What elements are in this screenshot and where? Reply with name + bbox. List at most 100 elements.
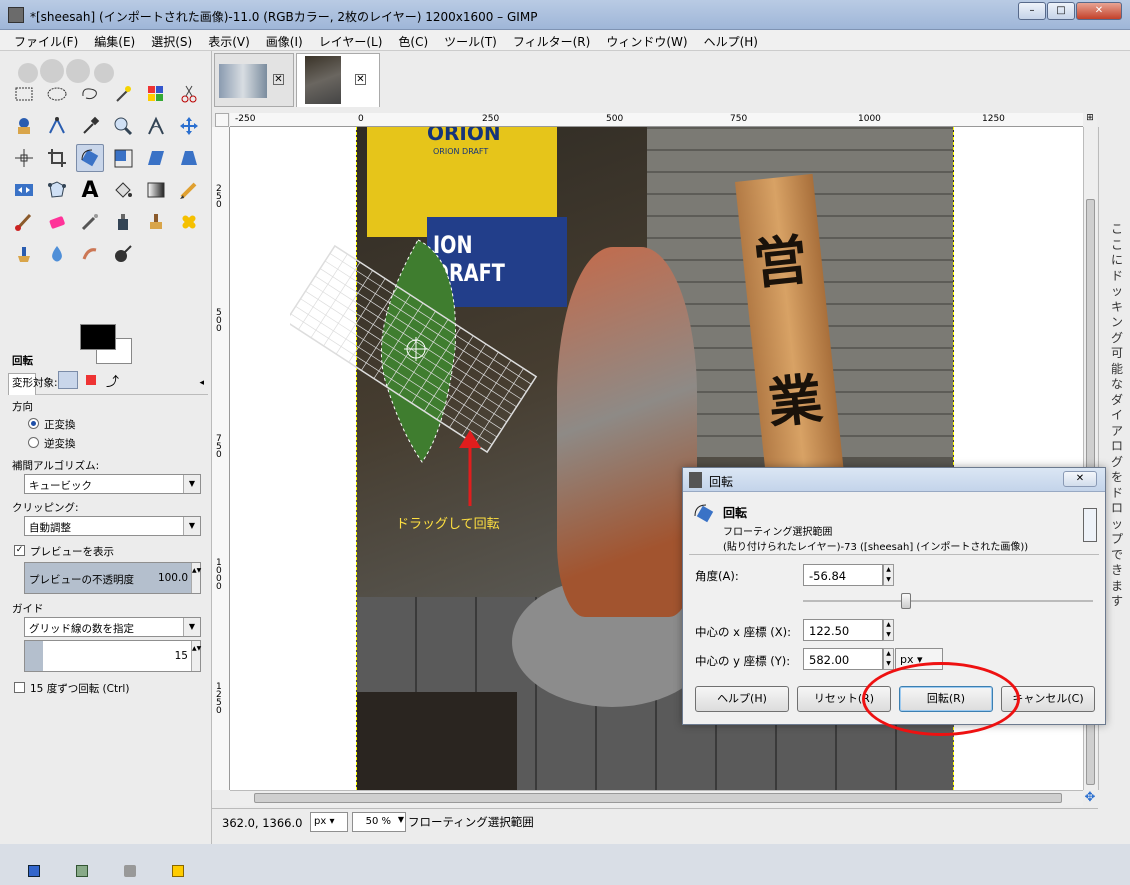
- menu-image[interactable]: 画像(I): [258, 30, 311, 50]
- align-icon[interactable]: [12, 146, 36, 170]
- zoom-follow-icon[interactable]: ⊞: [1083, 113, 1097, 127]
- slider-thumb[interactable]: [900, 593, 911, 609]
- delete-options-icon[interactable]: [124, 865, 136, 877]
- close-tab-icon[interactable]: ✕: [273, 74, 284, 85]
- lasso-select-icon[interactable]: [78, 82, 102, 106]
- horizontal-scrollbar[interactable]: [230, 790, 1083, 806]
- image-tab-other[interactable]: ✕: [214, 53, 294, 107]
- foreground-color-swatch[interactable]: [80, 324, 116, 350]
- spin-arrows-icon[interactable]: ▲▼: [191, 563, 201, 593]
- close-button[interactable]: ✕: [1076, 2, 1122, 20]
- perspective-clone-icon[interactable]: [12, 242, 36, 266]
- direction-normal-radio[interactable]: [28, 418, 39, 429]
- reset-options-icon[interactable]: [172, 865, 184, 877]
- spin-arrows-icon[interactable]: ▲▼: [883, 619, 894, 641]
- cage-transform-icon[interactable]: [45, 178, 69, 202]
- shear-icon[interactable]: [144, 146, 168, 170]
- spin-arrows-icon[interactable]: ▲▼: [883, 648, 894, 670]
- guide-count-slider[interactable]: 15 ▲▼: [24, 640, 201, 672]
- snap-15deg-label: 15 度ずつ回転 (Ctrl): [30, 683, 130, 695]
- dialog-close-button[interactable]: ✕: [1063, 471, 1097, 487]
- ellipse-select-icon[interactable]: [45, 82, 69, 106]
- floating-selection-bittermelon[interactable]: [380, 239, 457, 463]
- menu-select[interactable]: 選択(S): [143, 30, 200, 50]
- snap-15deg-checkbox[interactable]: [14, 682, 25, 693]
- blend-icon[interactable]: [144, 178, 168, 202]
- menu-view[interactable]: 表示(V): [200, 30, 258, 50]
- center-x-input[interactable]: 122.50 ▲ ▼: [803, 619, 894, 641]
- transform-path-icon[interactable]: ⤴: [106, 371, 119, 390]
- center-y-input[interactable]: 582.00 ▲ ▼: [803, 648, 894, 670]
- image-thumbnail: [305, 56, 341, 104]
- blur-icon[interactable]: [45, 242, 69, 266]
- scissors-select-icon[interactable]: [177, 82, 201, 106]
- interpolation-dropdown[interactable]: キュービック ▼: [24, 474, 201, 494]
- select-by-color-icon[interactable]: [144, 82, 168, 106]
- menu-tools[interactable]: ツール(T): [436, 30, 505, 50]
- transform-layer-icon[interactable]: [58, 371, 78, 389]
- pencil-icon[interactable]: [177, 178, 201, 202]
- dodge-burn-icon[interactable]: [111, 242, 135, 266]
- image-tab-active[interactable]: ✕: [296, 53, 380, 107]
- clipping-dropdown[interactable]: 自動調整 ▼: [24, 516, 201, 536]
- angle-slider[interactable]: [803, 593, 1093, 609]
- restore-options-icon[interactable]: [76, 865, 88, 877]
- maximize-button[interactable]: □: [1047, 2, 1075, 20]
- smudge-icon[interactable]: [78, 242, 102, 266]
- minimize-button[interactable]: –: [1018, 2, 1046, 20]
- measure-icon[interactable]: [144, 114, 168, 138]
- crop-icon[interactable]: [45, 146, 69, 170]
- preview-opacity-slider[interactable]: プレビューの不透明度 100.0 ▲▼: [24, 562, 201, 594]
- eraser-icon[interactable]: [45, 210, 69, 234]
- zoom-icon[interactable]: [111, 114, 135, 138]
- foreground-select-icon[interactable]: [12, 114, 36, 138]
- preview-checkbox[interactable]: ✓: [14, 545, 25, 556]
- scrollbar-thumb[interactable]: [254, 793, 1062, 803]
- scale-icon[interactable]: [111, 146, 135, 170]
- bucket-fill-icon[interactable]: [111, 178, 135, 202]
- tab-menu-icon[interactable]: ◂: [199, 378, 204, 388]
- menu-file[interactable]: ファイル(F): [0, 30, 86, 50]
- paintbrush-icon[interactable]: [12, 210, 36, 234]
- help-button[interactable]: ヘルプ(H): [695, 686, 789, 712]
- save-options-icon[interactable]: [28, 865, 40, 877]
- airbrush-icon[interactable]: [78, 210, 102, 234]
- menu-layer[interactable]: レイヤー(L): [311, 30, 391, 50]
- zoom-dropdown[interactable]: 50 % ▼: [352, 812, 406, 832]
- rotation-preview-overlay[interactable]: [290, 230, 560, 480]
- direction-reverse-radio[interactable]: [28, 437, 39, 448]
- menu-colors[interactable]: 色(C): [390, 30, 436, 50]
- rotate-tool-icon[interactable]: [76, 144, 104, 172]
- unit-dropdown[interactable]: px ▾: [310, 812, 348, 832]
- ink-icon[interactable]: [111, 210, 135, 234]
- spin-arrows-icon[interactable]: ▲▼: [191, 641, 201, 671]
- pointer-coordinates: 362.0, 1366.0: [222, 816, 303, 830]
- navigate-icon[interactable]: ✥: [1083, 790, 1097, 806]
- color-picker-icon[interactable]: [78, 114, 102, 138]
- paths-icon[interactable]: [45, 114, 69, 138]
- quick-mask-corner[interactable]: [215, 113, 229, 127]
- menu-windows[interactable]: ウィンドウ(W): [598, 30, 695, 50]
- preview-opacity-value: 100.0: [157, 572, 188, 584]
- spin-arrows-icon[interactable]: ▲▼: [883, 564, 894, 586]
- clipping-value: 自動調整: [29, 522, 71, 534]
- close-tab-icon[interactable]: ✕: [355, 74, 366, 85]
- guide-count-value: 15: [174, 650, 188, 662]
- menu-filters[interactable]: フィルター(R): [505, 30, 598, 50]
- guides-dropdown[interactable]: グリッド線の数を指定 ▼: [24, 617, 201, 637]
- flip-icon[interactable]: [12, 178, 36, 202]
- heal-icon[interactable]: [177, 210, 201, 234]
- sign-text: 業: [764, 366, 826, 436]
- menu-edit[interactable]: 編集(E): [86, 30, 143, 50]
- move-icon[interactable]: [177, 114, 201, 138]
- fuzzy-select-icon[interactable]: [111, 82, 135, 106]
- rect-select-icon[interactable]: [12, 82, 36, 106]
- ruler-tick-label: 5 0 0: [216, 308, 222, 334]
- transform-selection-icon[interactable]: [86, 375, 96, 385]
- dialog-preview-thumb-icon: [1083, 508, 1097, 542]
- menu-help[interactable]: ヘルプ(H): [696, 30, 766, 50]
- angle-input[interactable]: -56.84 ▲ ▼: [803, 564, 894, 586]
- text-tool-icon[interactable]: A: [78, 178, 102, 203]
- clone-icon[interactable]: [144, 210, 168, 234]
- perspective-icon[interactable]: [177, 146, 201, 170]
